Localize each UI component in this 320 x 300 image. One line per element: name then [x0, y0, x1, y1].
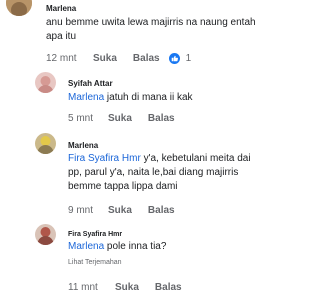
comment-actions: 9 mnt Suka Balas [68, 205, 191, 216]
like-button[interactable]: Suka [108, 205, 132, 216]
like-button[interactable]: Suka [108, 113, 132, 124]
avatar[interactable] [35, 133, 56, 154]
comment-text: anu bemme uwita lewa majirris na naung e… [46, 17, 256, 42]
mention-link[interactable]: Fira Syafira Hmr [68, 153, 141, 164]
comment-text: Marlena pole inna tia? [68, 240, 268, 254]
avatar[interactable] [6, 0, 32, 16]
comment-line: Fira Syafira Hmr y'a, kebetulani meita d… [68, 152, 273, 166]
reaction-count[interactable]: 1 [186, 53, 192, 64]
comment-body: jatuh di mana ii kak [104, 92, 193, 103]
comment-actions: 5 mnt Suka Balas [68, 113, 191, 124]
reply-button[interactable]: Balas [133, 53, 160, 64]
comment-author[interactable]: Fira Syafira Hmr [68, 231, 122, 238]
see-translation-link[interactable]: Lihat Terjemahan [68, 259, 122, 266]
comment-text: Marlena jatuh di mana ii kak [68, 91, 268, 105]
reply-button[interactable]: Balas [155, 282, 182, 293]
comment-actions: 12 mnt Suka Balas 1 [46, 53, 191, 64]
comment-actions: 11 mnt Suka Balas [68, 282, 198, 293]
comment-author[interactable]: Syifah Attar [68, 79, 113, 88]
comment-thread: Marlena anu bemme uwita lewa majirris na… [0, 0, 275, 300]
comment-body: y'a, kebetulani meita dai [140, 153, 251, 164]
comment-author[interactable]: Marlena [68, 141, 98, 150]
reply-button[interactable]: Balas [148, 113, 175, 124]
avatar[interactable] [35, 72, 56, 93]
comment-time: 5 mnt [68, 113, 94, 124]
thumbs-up-icon [168, 53, 180, 64]
comment-line: pp, parul y'a, naita le,bai diang majirr… [68, 167, 239, 178]
like-button[interactable]: Suka [115, 282, 139, 293]
mention-link[interactable]: Marlena [68, 241, 104, 252]
reply-button[interactable]: Balas [148, 205, 175, 216]
comment-time: 9 mnt [68, 205, 94, 216]
comment-time: 12 mnt [46, 53, 77, 64]
comment-text: Fira Syafira Hmr y'a, kebetulani meita d… [68, 152, 273, 194]
comment-time: 11 mnt [68, 282, 98, 293]
comment-author[interactable]: Marlena [46, 4, 76, 13]
comment-body: pole inna tia? [104, 241, 167, 252]
mention-link[interactable]: Marlena [68, 92, 104, 103]
like-button[interactable]: Suka [93, 53, 117, 64]
comment-line: bemme tappa lippa dami [68, 181, 178, 192]
avatar[interactable] [35, 224, 56, 245]
